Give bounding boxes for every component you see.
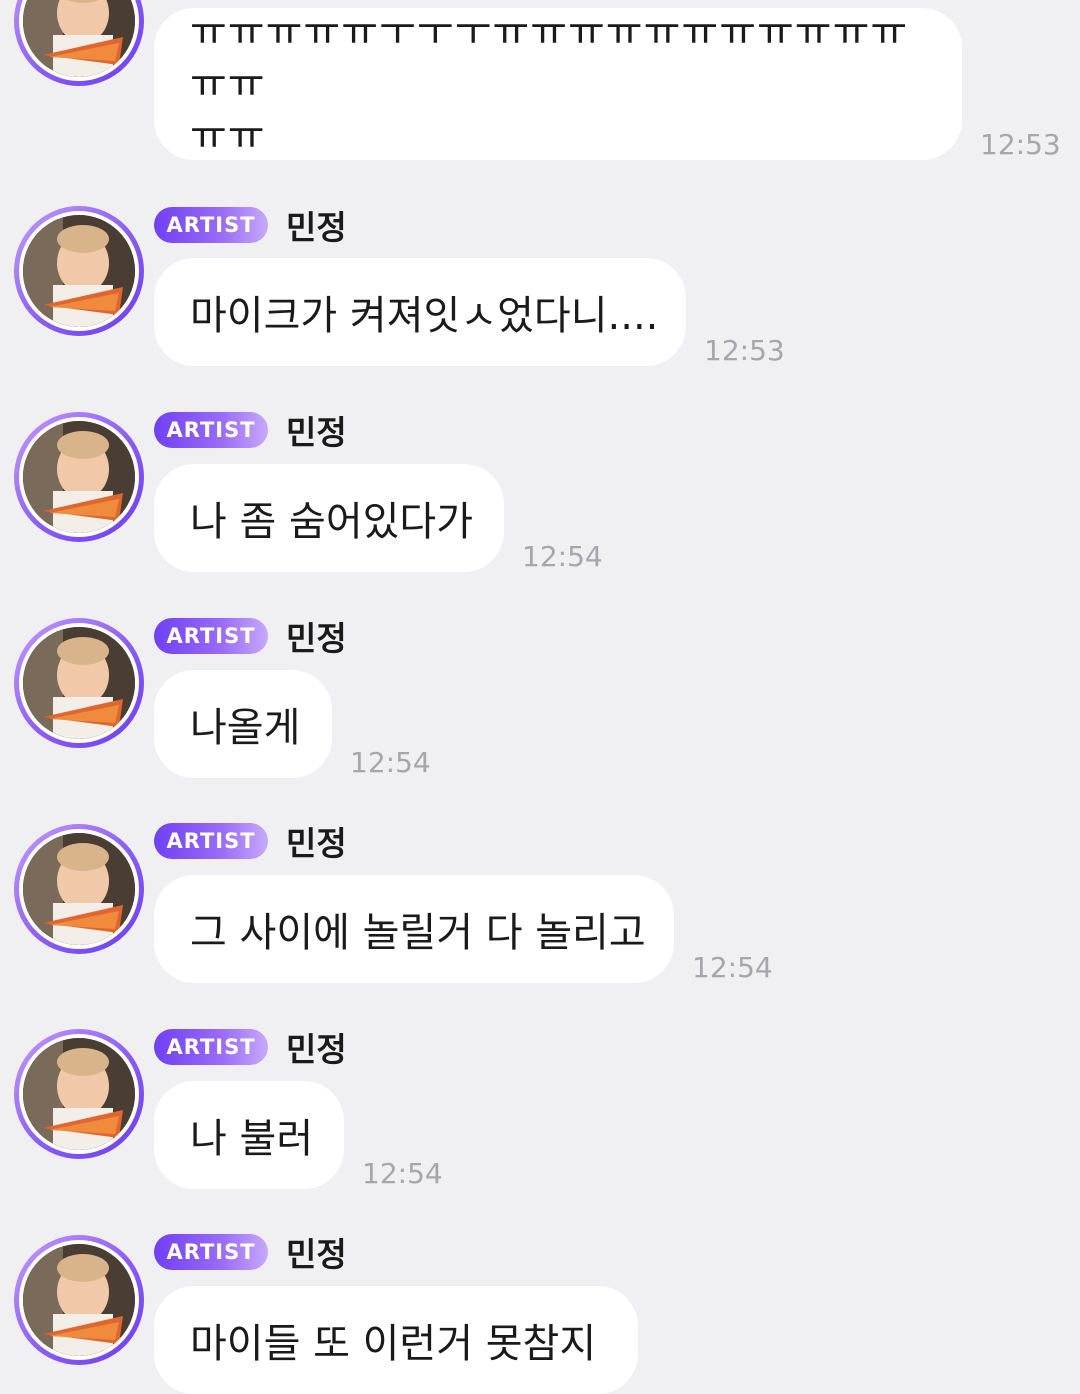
avatar-photo	[23, 833, 135, 945]
avatar-photo	[23, 0, 135, 77]
sender-name[interactable]: 민정	[286, 1023, 347, 1071]
message-time: 12:54	[692, 951, 773, 984]
message-time: 12:54	[522, 540, 603, 573]
message-text: 나올게	[190, 705, 301, 751]
avatar[interactable]	[14, 206, 144, 336]
message-text-line: ㅠㅠ	[190, 113, 266, 159]
message-bubble[interactable]: 마이크가 켜져잇ㅅ었다니....	[154, 258, 686, 366]
avatar-photo	[23, 1244, 135, 1356]
message-text: 마이크가 켜져잇ㅅ었다니....	[190, 293, 659, 339]
sender-name[interactable]: 민정	[286, 406, 347, 454]
avatar-photo	[23, 215, 135, 327]
sender-name[interactable]: 민정	[286, 817, 347, 865]
message-header: ARTIST 민정	[154, 1233, 347, 1274]
avatar[interactable]	[14, 0, 144, 86]
artist-badge: ARTIST	[154, 412, 268, 448]
avatar[interactable]	[14, 618, 144, 748]
message-bubble[interactable]: 마이들 또 이런거 못참지	[154, 1286, 638, 1394]
message-time: 12:54	[350, 746, 431, 779]
message-header: ARTIST 민정	[154, 206, 347, 247]
message-bubble[interactable]: 나 불러	[154, 1081, 344, 1189]
avatar[interactable]	[14, 1235, 144, 1365]
message-header: ARTIST 민정	[154, 1028, 347, 1069]
artist-badge: ARTIST	[154, 207, 268, 243]
avatar[interactable]	[14, 824, 144, 954]
artist-badge: ARTIST	[154, 1029, 268, 1065]
avatar[interactable]	[14, 412, 144, 542]
sender-name[interactable]: 민정	[286, 1228, 347, 1276]
message-header: ARTIST 민정	[154, 822, 347, 863]
avatar[interactable]	[14, 1029, 144, 1159]
message-text: 마이들 또 이런거 못참지	[190, 1321, 597, 1367]
message-bubble[interactable]: ㅠㅠㅠㅠㅠㅜㅜㅜㅠㅠㅠㅠㅠㅠㅠㅠㅠㅠㅠㅠㅠ ㅠㅠ	[154, 8, 962, 160]
artist-badge: ARTIST	[154, 1234, 268, 1270]
message-text: 그 사이에 놀릴거 다 놀리고	[190, 910, 646, 956]
message-time: 12:53	[704, 334, 785, 367]
sender-name[interactable]: 민정	[286, 612, 347, 660]
message-bubble[interactable]: 그 사이에 놀릴거 다 놀리고	[154, 875, 674, 983]
message-time: 12:54	[362, 1157, 443, 1190]
avatar-photo	[23, 421, 135, 533]
sender-name[interactable]: 민정	[286, 201, 347, 249]
message-header: ARTIST 민정	[154, 617, 347, 658]
artist-badge: ARTIST	[154, 618, 268, 654]
message-time: 12:53	[980, 128, 1061, 161]
message-text-line: ㅠㅠㅠㅠㅠㅜㅜㅜㅠㅠㅠㅠㅠㅠㅠㅠㅠㅠㅠㅠㅠ	[190, 9, 909, 107]
message-text: 나 좀 숨어있다가	[190, 499, 474, 545]
avatar-photo	[23, 627, 135, 739]
artist-badge: ARTIST	[154, 823, 268, 859]
message-header: ARTIST 민정	[154, 411, 347, 452]
message-bubble[interactable]: 나올게	[154, 670, 332, 778]
message-text: 나 불러	[190, 1116, 314, 1162]
message-bubble[interactable]: 나 좀 숨어있다가	[154, 464, 504, 572]
avatar-photo	[23, 1038, 135, 1150]
